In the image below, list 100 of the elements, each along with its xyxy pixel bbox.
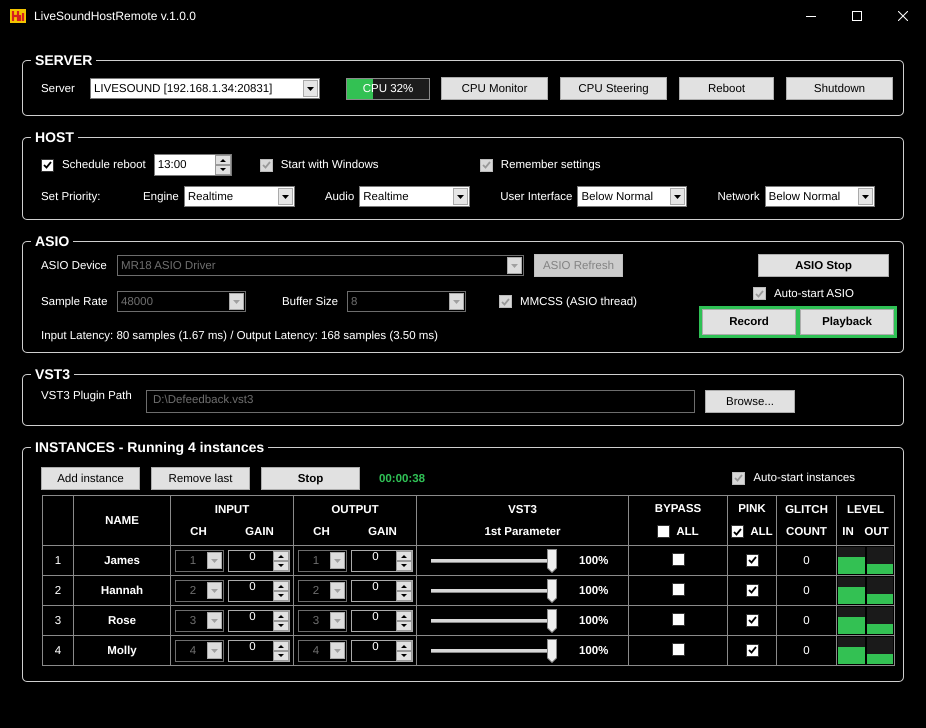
instance-name: Rose [108, 614, 136, 626]
column-subheader: COUNT [786, 526, 827, 538]
spin-arrows-icon [396, 610, 412, 630]
checkbox[interactable] [746, 584, 758, 597]
channel-dropdown[interactable]: 4 [175, 640, 224, 662]
parameter-slider[interactable] [431, 608, 557, 632]
level-meter [838, 607, 864, 634]
asio-device-label: ASIO Device [41, 260, 108, 272]
server-label: Server [41, 82, 76, 94]
row-number: 4 [54, 644, 62, 656]
level-meter [866, 637, 893, 664]
caret-icon [453, 300, 460, 304]
caret-icon [511, 264, 518, 268]
column-header: LEVEL [846, 504, 886, 516]
channel-dropdown[interactable]: 4 [298, 640, 347, 662]
server-button[interactable]: Shutdown [786, 77, 893, 100]
glitch-count: 0 [803, 554, 810, 566]
spin-arrows-icon [396, 550, 412, 570]
row-number: 1 [54, 554, 62, 566]
column-subheader: CH [190, 526, 207, 538]
app-logo-icon [10, 9, 26, 23]
channel-dropdown[interactable]: 1 [175, 550, 224, 572]
caret-icon [282, 194, 289, 198]
checkbox[interactable] [672, 642, 684, 656]
column-subheader: ALL [676, 526, 699, 538]
spin-arrows-icon [273, 610, 289, 630]
gain-spinner[interactable]: 0 [228, 610, 290, 632]
checkbox-label: Start with Windows [280, 159, 379, 171]
slider-thumb[interactable] [547, 578, 557, 602]
channel-dropdown[interactable]: 2 [298, 580, 347, 602]
set-priority-label: Set Priority: [41, 190, 102, 202]
checkbox[interactable] [746, 644, 758, 657]
latency-text: Input Latency: 80 samples (1.67 ms) / Output Latency: 168 samples (3.50 ms) [41, 330, 439, 342]
instance-name: Molly [107, 644, 137, 656]
checkbox[interactable] [41, 158, 54, 172]
priority-dropdown[interactable]: Realtime [184, 186, 295, 207]
checkbox[interactable] [672, 612, 684, 626]
priority-dropdown[interactable]: Below Normal [577, 186, 688, 207]
parameter-slider[interactable] [431, 638, 557, 662]
channel-dropdown[interactable]: 2 [175, 580, 224, 602]
buffer-size-label: Buffer Size [282, 296, 340, 308]
server-button[interactable]: CPU Steering [560, 77, 667, 100]
channel-dropdown[interactable]: 3 [298, 610, 347, 632]
priority-label: User Interface [500, 190, 572, 202]
priority-label: Audio [324, 190, 354, 202]
slider-thumb[interactable] [547, 608, 557, 632]
server-button[interactable]: CPU Monitor [441, 77, 548, 100]
column-header: GLITCH [784, 504, 829, 516]
checkbox[interactable] [731, 525, 744, 538]
checkbox-label: Auto-start instances [753, 472, 855, 484]
caret-icon [233, 300, 240, 304]
channel-dropdown[interactable]: 1 [298, 550, 347, 572]
instance-name: Hannah [100, 584, 144, 596]
column-subheader: GAIN [245, 526, 274, 538]
caret-icon [334, 558, 341, 562]
column-subheader: ALL [750, 526, 773, 538]
server-button[interactable]: Reboot [679, 77, 774, 100]
checkbox[interactable] [746, 554, 758, 567]
asio-stop-button[interactable]: ASIO Stop [758, 254, 889, 277]
parameter-slider[interactable] [431, 578, 557, 602]
priority-dropdown[interactable]: Below Normal [764, 186, 875, 207]
glitch-count: 0 [803, 584, 810, 596]
column-header: INPUT [214, 504, 250, 516]
priority-dropdown[interactable]: Realtime [359, 186, 470, 207]
gain-spinner[interactable]: 0 [228, 640, 290, 662]
checkbox[interactable] [672, 582, 684, 596]
gain-spinner[interactable]: 0 [351, 580, 413, 602]
instance-button[interactable]: Add instance [41, 467, 140, 490]
gain-spinner[interactable]: 0 [228, 550, 290, 572]
gain-spinner[interactable]: 0 [351, 640, 413, 662]
checkbox[interactable] [657, 525, 670, 538]
column-subheader: IN [842, 526, 854, 538]
slider-thumb[interactable] [547, 548, 557, 572]
column-subheader: CH [313, 526, 330, 538]
slider-thumb[interactable] [547, 638, 557, 662]
elapsed-timer: 00:00:38 [379, 472, 426, 484]
gain-spinner[interactable]: 0 [351, 610, 413, 632]
gain-spinner[interactable]: 0 [351, 550, 413, 572]
caret-icon [334, 588, 341, 592]
caret-icon [211, 618, 218, 622]
channel-dropdown[interactable]: 3 [175, 610, 224, 632]
checkbox[interactable] [746, 614, 758, 627]
server-dropdown[interactable]: LIVESOUND [192.168.1.34:20831] [90, 78, 320, 99]
caret-icon [334, 618, 341, 622]
parameter-value: 100% [579, 554, 608, 566]
spin-arrows-icon [214, 155, 231, 175]
instance-button[interactable]: Stop [261, 467, 360, 490]
caret-icon [211, 648, 218, 652]
browse-button[interactable]: Browse... [705, 390, 795, 413]
sample-rate-label: Sample Rate [41, 296, 108, 308]
instance-button[interactable]: Remove last [151, 467, 250, 490]
gain-spinner[interactable]: 0 [228, 580, 290, 602]
time-spinner[interactable]: 13:00 [154, 154, 232, 176]
checkbox[interactable] [672, 552, 684, 566]
parameter-slider[interactable] [431, 548, 557, 572]
caret-icon [307, 86, 314, 90]
checkbox-label: MMCSS (ASIO thread) [520, 296, 637, 308]
priority-label: Engine [143, 190, 179, 202]
glitch-count: 0 [803, 614, 810, 626]
level-meter [866, 577, 893, 604]
